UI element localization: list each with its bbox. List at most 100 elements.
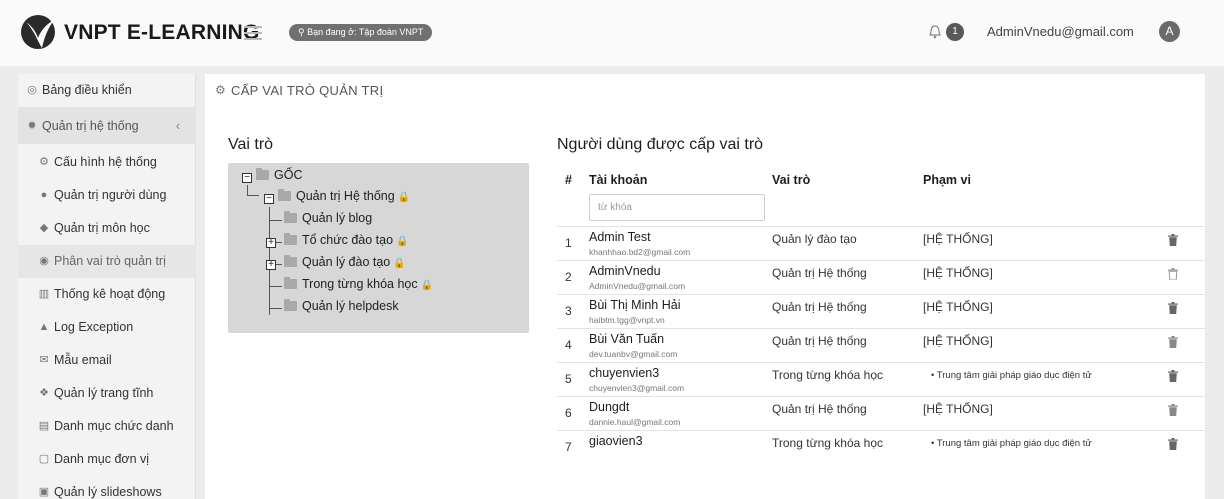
sidebar-item-subject-admin[interactable]: ◆ Quản trị môn học bbox=[18, 212, 196, 245]
unit-icon: ▢ bbox=[38, 453, 50, 465]
folder-icon bbox=[284, 299, 297, 311]
folder-icon bbox=[284, 255, 297, 267]
trash-icon[interactable] bbox=[1168, 336, 1178, 348]
folder-icon bbox=[284, 233, 297, 245]
table-row[interactable]: 1 Admin Test khanhhao.bd2@gmail.com Quản… bbox=[557, 226, 1205, 260]
scope-cell: [HỆ THỐNG] bbox=[923, 300, 993, 314]
tree-node-root[interactable]: − GỐC bbox=[242, 168, 302, 183]
warning-icon: ▲ bbox=[38, 321, 50, 333]
folder-icon bbox=[278, 189, 291, 201]
row-number: 2 bbox=[565, 270, 572, 284]
table-row[interactable]: 4 Bùi Văn Tuấn dev.tuanbv@gmail.com Quản… bbox=[557, 328, 1205, 362]
account-email: chuyenvien3@gmail.com bbox=[589, 383, 685, 393]
scope-cell: [HỆ THỐNG] bbox=[923, 402, 993, 416]
sidebar-item-label: Quản trị môn học bbox=[54, 221, 150, 235]
account-name[interactable]: Dungdt bbox=[589, 400, 629, 414]
trash-icon[interactable] bbox=[1168, 438, 1178, 450]
slideshow-icon: ▣ bbox=[38, 486, 50, 498]
role-cell: Quản trị Hệ thống bbox=[772, 266, 867, 280]
table-row[interactable]: 2 AdminVnedu AdminVnedu@gmail.com Quản t… bbox=[557, 260, 1205, 294]
bell-icon[interactable] bbox=[928, 24, 942, 40]
col-header-num: # bbox=[565, 173, 572, 187]
chevron-left-icon: ‹ bbox=[175, 119, 180, 133]
brand-title[interactable]: VNPT E-LEARNING bbox=[64, 21, 260, 45]
tree-node-blog[interactable]: Quản lý blog bbox=[284, 211, 372, 225]
tree-node-system-admin[interactable]: − Quản trị Hệ thống 🔒 bbox=[264, 189, 410, 204]
sidebar-item-label: Quản lý trang tĩnh bbox=[54, 386, 154, 400]
lock-icon: 🔒 bbox=[420, 280, 434, 291]
keyword-search-input[interactable] bbox=[589, 194, 765, 221]
account-name[interactable]: Admin Test bbox=[589, 230, 651, 244]
sidebar-item-label: Bảng điều khiển bbox=[42, 83, 132, 97]
table-row[interactable]: 7 giaovien3 Trong từng khóa học • Trung … bbox=[557, 430, 1205, 464]
table-row[interactable]: 3 Bùi Thị Minh Hải haibtm.tgg@vnpt.vn Qu… bbox=[557, 294, 1205, 328]
sidebar-item-role-assignment[interactable]: ◉ Phân vai trò quản trị bbox=[18, 245, 196, 278]
vnpt-logo-icon[interactable] bbox=[18, 12, 58, 52]
tree-node-label: Tổ chức đào tạo bbox=[302, 233, 394, 247]
collapse-toggle-icon[interactable]: − bbox=[264, 194, 274, 204]
tree-node-label: Quản lý đào tạo bbox=[302, 255, 391, 269]
dashboard-icon: ◎ bbox=[27, 84, 37, 96]
account-name[interactable]: AdminVnedu bbox=[589, 264, 661, 278]
tag-icon: ◆ bbox=[39, 222, 49, 234]
tree-node-training-org[interactable]: + Tổ chức đào tạo 🔒 bbox=[266, 233, 409, 248]
tree-node-per-course[interactable]: Trong từng khóa học 🔒 bbox=[284, 277, 433, 291]
sidebar-item-log-exception[interactable]: ▲ Log Exception bbox=[18, 311, 196, 344]
col-header-role[interactable]: Vai trò bbox=[772, 173, 810, 187]
sidebar-item-label: Quản lý slideshows bbox=[54, 485, 162, 499]
main-panel: ⚙ CẤP VAI TRÒ QUẢN TRỊ Vai trò − GỐC − Quả… bbox=[205, 74, 1205, 499]
users-table: Người dùng được cấp vai trò # Tài khoản … bbox=[557, 74, 1205, 499]
scope-cell: [HỆ THỐNG] bbox=[923, 266, 993, 280]
role-cell: Quản trị Hệ thống bbox=[772, 300, 867, 314]
account-name[interactable]: Bùi Văn Tuấn bbox=[589, 332, 664, 346]
table-row[interactable]: 5 chuyenvien3 chuyenvien3@gmail.com Tron… bbox=[557, 362, 1205, 396]
settings-icon: ✹ bbox=[27, 120, 37, 132]
folder-icon bbox=[256, 168, 269, 180]
sidebar-item-slideshows[interactable]: ▣ Quản lý slideshows bbox=[18, 476, 196, 499]
sidebar-item-user-admin[interactable]: ● Quản trị người dùng bbox=[18, 179, 196, 212]
sidebar-item-label: Mẫu email bbox=[54, 353, 112, 367]
role-cell: Quản trị Hệ thống bbox=[772, 334, 867, 348]
collapse-toggle-icon[interactable]: − bbox=[242, 173, 252, 183]
notification-count-badge[interactable]: 1 bbox=[946, 23, 964, 41]
account-name[interactable]: Bùi Thị Minh Hải bbox=[589, 298, 680, 312]
tree-node-training-mgmt[interactable]: + Quản lý đào tạo 🔒 bbox=[266, 255, 406, 270]
hamburger-menu-icon[interactable] bbox=[244, 26, 262, 40]
trash-icon[interactable] bbox=[1168, 234, 1178, 246]
trash-icon[interactable] bbox=[1168, 302, 1178, 314]
sidebar-item-label: Phân vai trò quản trị bbox=[54, 254, 166, 268]
location-badge[interactable]: ⚲ Bạn đang ở: Tập đoàn VNPT bbox=[289, 24, 433, 41]
users-heading: Người dùng được cấp vai trò bbox=[557, 136, 764, 153]
account-name[interactable]: chuyenvien3 bbox=[589, 366, 659, 380]
sidebar-item-label: Quản trị người dùng bbox=[54, 188, 167, 202]
mail-icon: ✉ bbox=[39, 354, 49, 366]
role-cell: Trong từng khóa học bbox=[772, 436, 883, 450]
sidebar-item-system-config[interactable]: ⚙ Cấu hình hệ thống bbox=[18, 146, 196, 179]
col-header-account[interactable]: Tài khoản bbox=[589, 173, 647, 187]
sidebar-item-activity-stats[interactable]: ▥ Thống kê hoạt động bbox=[18, 278, 196, 311]
account-email: dannie.haul@gmail.com bbox=[589, 417, 681, 427]
user-email[interactable]: AdminVnedu@gmail.com bbox=[987, 24, 1134, 39]
account-name[interactable]: giaovien3 bbox=[589, 434, 643, 448]
sidebar-item-job-titles[interactable]: ▤ Danh mục chức danh bbox=[18, 410, 196, 443]
table-row[interactable]: 6 Dungdt dannie.haul@gmail.com Quản trị … bbox=[557, 396, 1205, 430]
tree-node-helpdesk[interactable]: Quản lý helpdesk bbox=[284, 299, 399, 313]
user-avatar-icon[interactable]: A bbox=[1159, 21, 1180, 42]
sidebar-item-system-admin[interactable]: ✹ Quản trị hệ thống ‹ bbox=[18, 107, 196, 144]
col-header-scope[interactable]: Phạm vi bbox=[923, 173, 971, 187]
expand-toggle-icon[interactable]: + bbox=[266, 260, 276, 270]
sidebar-item-email-templates[interactable]: ✉ Mẫu email bbox=[18, 344, 196, 377]
sidebar-item-units[interactable]: ▢ Danh mục đơn vị bbox=[18, 443, 196, 476]
row-number: 4 bbox=[565, 338, 572, 352]
sidebar-item-label: Danh mục chức danh bbox=[54, 419, 174, 433]
sidebar-item-label: Log Exception bbox=[54, 320, 134, 334]
trash-icon[interactable] bbox=[1168, 404, 1178, 416]
sidebar-item-dashboard[interactable]: ◎ Bảng điều khiển bbox=[18, 74, 196, 107]
lock-icon: 🔒 bbox=[393, 258, 406, 269]
trash-icon[interactable] bbox=[1168, 268, 1178, 280]
row-number: 7 bbox=[565, 440, 572, 454]
sidebar-item-static-pages[interactable]: ❖ Quản lý trang tĩnh bbox=[18, 377, 196, 410]
row-number: 3 bbox=[565, 304, 572, 318]
trash-icon[interactable] bbox=[1168, 370, 1178, 382]
expand-toggle-icon[interactable]: + bbox=[266, 238, 276, 248]
